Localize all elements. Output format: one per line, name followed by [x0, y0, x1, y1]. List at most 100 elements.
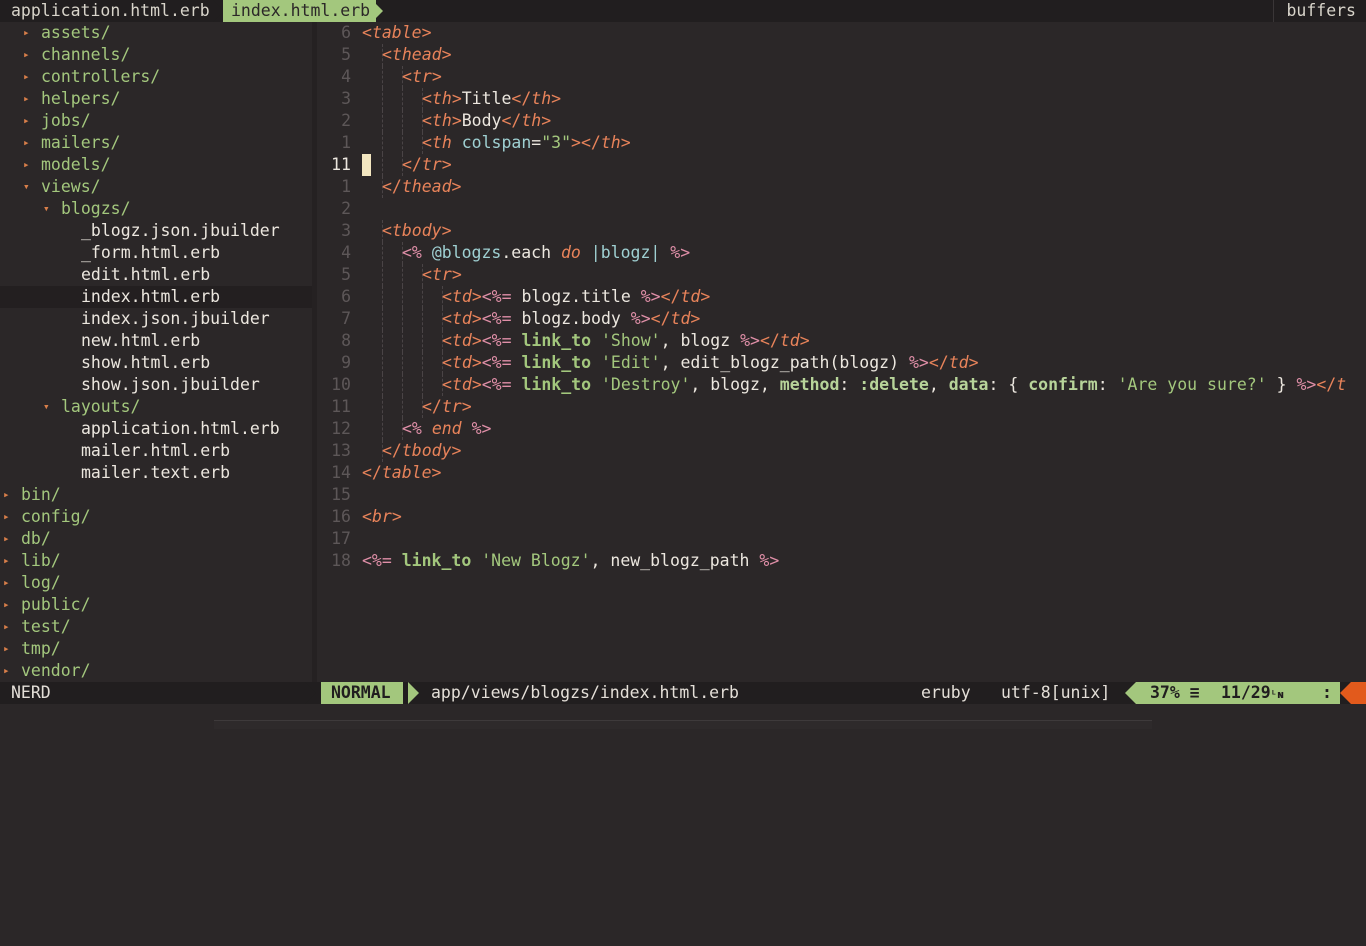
code-line[interactable]: 3 <tbody> — [317, 220, 1366, 242]
tree-dir[interactable]: ▸ test/ — [0, 616, 312, 638]
collapsed-arrow-icon[interactable]: ▸ — [23, 154, 30, 176]
tree-dir[interactable]: ▸ log/ — [0, 572, 312, 594]
tree-dir[interactable]: ▸ jobs/ — [0, 110, 312, 132]
editor-pane[interactable]: 6 <table> 5 <thead> 4 <tr> 3 <th>Title</th> 2 <th… — [317, 22, 1366, 682]
collapsed-arrow-icon[interactable]: ▸ — [3, 550, 10, 572]
code-line[interactable]: 15 — [317, 484, 1366, 506]
indent-guide — [382, 330, 384, 352]
tree-file[interactable]: mailer.html.erb — [0, 440, 312, 462]
tree-dir[interactable]: ▸ controllers/ — [0, 66, 312, 88]
code-line[interactable]: 5 <tr> — [317, 264, 1366, 286]
code-token: </ — [660, 287, 681, 306]
code-token: 'Are you sure?' — [1117, 375, 1267, 394]
tree-dir[interactable]: ▸ config/ — [0, 506, 312, 528]
tree-file[interactable]: application.html.erb — [0, 418, 312, 440]
code-line[interactable]: 16 <br> — [317, 506, 1366, 528]
line-info: 11/29ᴸɴ — [1221, 682, 1284, 706]
tree-dir[interactable]: ▸ mailers/ — [0, 132, 312, 154]
tree-dir[interactable]: ▸ models/ — [0, 154, 312, 176]
code-line[interactable]: 3 <th>Title</th> — [317, 88, 1366, 110]
collapsed-arrow-icon[interactable]: ▸ — [23, 110, 30, 132]
tree-file[interactable]: show.json.jbuilder — [0, 374, 312, 396]
collapsed-arrow-icon[interactable]: ▸ — [3, 616, 10, 638]
code-line[interactable]: 7 <td><%= blogz.body %></td> — [317, 308, 1366, 330]
tree-dir[interactable]: ▾ blogzs/ — [0, 198, 312, 220]
tree-file[interactable]: edit.html.erb — [0, 264, 312, 286]
tree-file[interactable]: mailer.text.erb — [0, 462, 312, 484]
code-line[interactable]: 10 <td><%= link_to 'Destroy', blogz, meth… — [317, 374, 1366, 396]
tree-file[interactable]: _form.html.erb — [0, 242, 312, 264]
tree-file[interactable]: index.json.jbuilder — [0, 308, 312, 330]
code-token: </ — [928, 353, 949, 372]
code-line[interactable]: 14 </table> — [317, 462, 1366, 484]
code-line[interactable]: 6 <table> — [317, 22, 1366, 44]
code-line[interactable]: 1 </thead> — [317, 176, 1366, 198]
line-number: 3 — [341, 89, 351, 108]
collapsed-arrow-icon[interactable]: ▸ — [3, 594, 10, 616]
indent-guide — [422, 308, 424, 330]
tree-dir[interactable]: ▾ layouts/ — [0, 396, 312, 418]
tree-dir[interactable]: ▸ db/ — [0, 528, 312, 550]
tree-item-label: tmp/ — [21, 639, 61, 658]
code-line[interactable]: 2 <th>Body</th> — [317, 110, 1366, 132]
code-token: > — [431, 67, 442, 86]
status-separator — [305, 682, 316, 704]
tree-item-label: log/ — [21, 573, 61, 592]
collapsed-arrow-icon[interactable]: ▸ — [23, 88, 30, 110]
tree-dir[interactable]: ▾ views/ — [0, 176, 312, 198]
collapsed-arrow-icon[interactable]: ▸ — [3, 506, 10, 528]
collapsed-arrow-icon[interactable]: ▸ — [23, 22, 30, 44]
collapsed-arrow-icon[interactable]: ▸ — [3, 572, 10, 594]
code-text: <% end %> — [402, 418, 491, 440]
tree-dir[interactable]: ▸ tmp/ — [0, 638, 312, 660]
code-line[interactable]: 2 — [317, 198, 1366, 220]
code-line[interactable]: 12 <% end %> — [317, 418, 1366, 440]
code-token: end — [431, 419, 462, 438]
cursor-position: 37% ≡ 11/29ᴸɴ : 1 — [1136, 682, 1362, 706]
tree-dir[interactable]: ▸ vendor/ — [0, 660, 312, 682]
code-line[interactable]: 4 <% @blogzs.each do |blogz| %> — [317, 242, 1366, 264]
tree-dir[interactable]: ▸ channels/ — [0, 44, 312, 66]
collapsed-arrow-icon[interactable]: ▸ — [3, 638, 10, 660]
code-line[interactable]: 11 </tr> — [317, 396, 1366, 418]
code-line[interactable]: 13 </tbody> — [317, 440, 1366, 462]
expanded-arrow-icon[interactable]: ▾ — [23, 176, 30, 198]
code-line[interactable]: 9 <td><%= link_to 'Edit', edit_blogz_path… — [317, 352, 1366, 374]
tree-dir[interactable]: ▸ lib/ — [0, 550, 312, 572]
code-line[interactable]: 17 — [317, 528, 1366, 550]
tree-file[interactable]: new.html.erb — [0, 330, 312, 352]
code-token: tr — [411, 67, 432, 86]
code-line[interactable]: 5 <thead> — [317, 44, 1366, 66]
expanded-arrow-icon[interactable]: ▾ — [43, 198, 50, 220]
tab-application-html-erb[interactable]: application.html.erb — [3, 0, 218, 22]
tree-dir[interactable]: ▸ assets/ — [0, 22, 312, 44]
expanded-arrow-icon[interactable]: ▾ — [43, 396, 50, 418]
tree-dir[interactable]: ▸ helpers/ — [0, 88, 312, 110]
tree-file[interactable]: show.html.erb — [0, 352, 312, 374]
collapsed-arrow-icon[interactable]: ▸ — [3, 660, 10, 682]
code-line[interactable]: 8 <td><%= link_to 'Show', blogz %></td> — [317, 330, 1366, 352]
collapsed-arrow-icon[interactable]: ▸ — [23, 44, 30, 66]
code-line[interactable]: 6 <td><%= blogz.title %></td> — [317, 286, 1366, 308]
code-line[interactable]: 18 <%= link_to 'New Blogz', new_blogz_pat… — [317, 550, 1366, 572]
collapsed-arrow-icon[interactable]: ▸ — [3, 484, 10, 506]
tree-item-label: public/ — [21, 595, 91, 614]
collapsed-arrow-icon[interactable]: ▸ — [3, 528, 10, 550]
code-line[interactable]: 11 </tr> — [317, 154, 1366, 176]
tree-file[interactable]: index.html.erb — [0, 286, 312, 308]
tree-file[interactable]: _blogz.json.jbuilder — [0, 220, 312, 242]
tab-index-html-erb[interactable]: index.html.erb — [223, 0, 377, 22]
statusline: NERD NORMAL app/views/blogzs/index.html.… — [0, 682, 1366, 704]
collapsed-arrow-icon[interactable]: ▸ — [23, 66, 30, 88]
buffers-label[interactable]: buffers — [1273, 0, 1356, 22]
code-line[interactable]: 4 <tr> — [317, 66, 1366, 88]
collapsed-arrow-icon[interactable]: ▸ — [23, 132, 30, 154]
tree-dir[interactable]: ▸ public/ — [0, 594, 312, 616]
tree-dir[interactable]: ▸ bin/ — [0, 484, 312, 506]
tree-item-label: layouts/ — [61, 397, 141, 416]
code-token: < — [402, 67, 412, 86]
code-line[interactable]: 1 <th colspan="3"></th> — [317, 132, 1366, 154]
